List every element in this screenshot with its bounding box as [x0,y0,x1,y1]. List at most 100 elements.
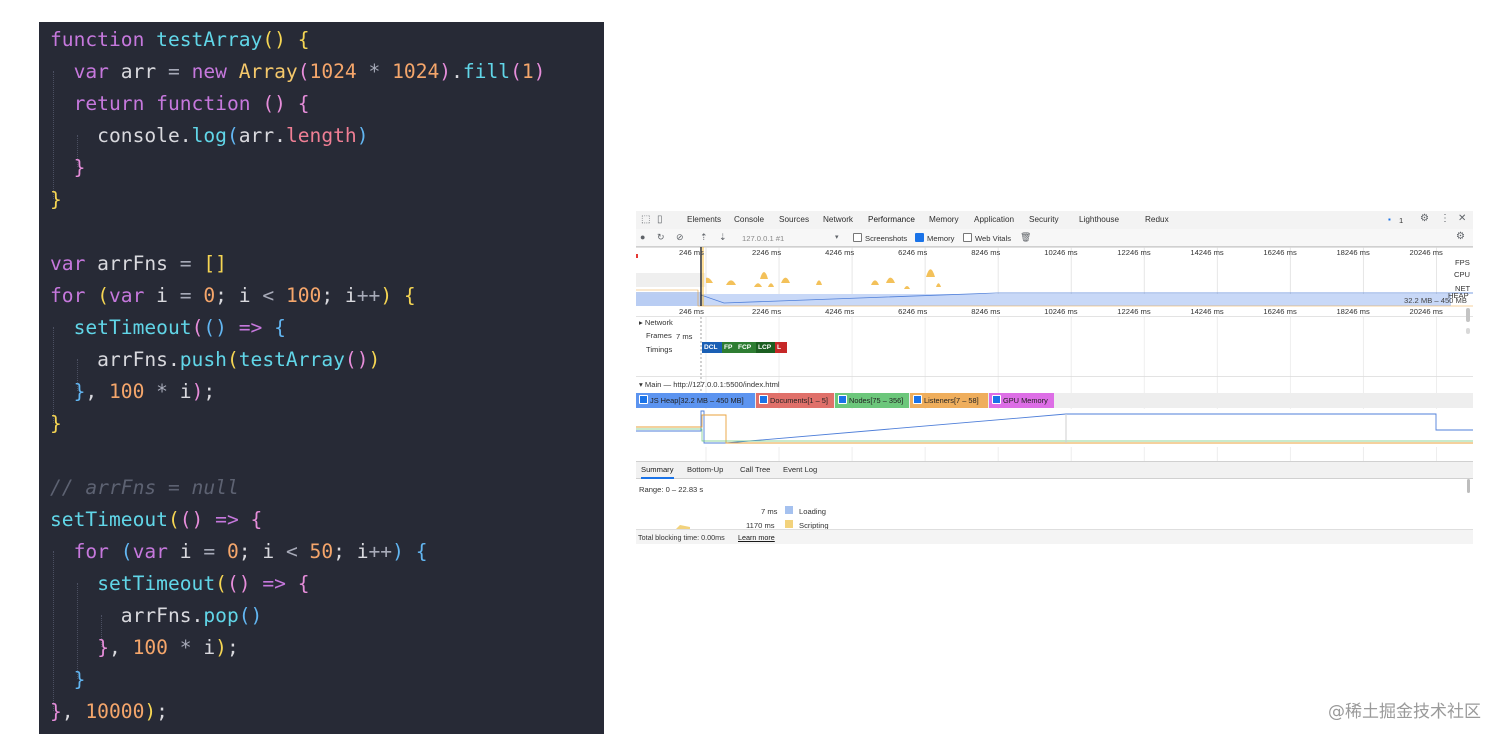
code-token: { [274,316,286,339]
code-token: for [73,540,109,563]
code-token: for [50,284,86,307]
code-token: * [144,380,180,403]
code-token: } [73,380,86,403]
counter-label: GPU Memory [1003,396,1048,405]
code-token: = [203,540,216,563]
overview-tick-label: 10246 ms [1044,248,1078,257]
code-line[interactable]: } [50,408,62,440]
code-token: ; [156,700,168,723]
code-line[interactable]: } [50,184,62,216]
code-token: < [285,540,298,563]
scrollbar[interactable] [1467,479,1470,493]
fps-marker [636,254,638,258]
timing-badge[interactable]: FCP [736,342,758,353]
code-token: i [203,636,216,659]
code-token: 10000 [85,700,145,723]
timeline-tick-label: 18246 ms [1336,307,1370,316]
code-line[interactable]: for (var i = 0; i < 100; i++) { [50,280,416,312]
overview-tick-label: 246 ms [679,248,704,257]
code-line[interactable]: setTimeout(() => { [50,568,309,600]
main-thread-label[interactable]: ▾ Main — http://127.0.0.1:5500/index.htm… [639,380,780,389]
counter-toggle[interactable]: GPU Memory [989,393,1054,408]
code-line[interactable]: var arrFns = [] [50,248,227,280]
code-line[interactable]: setTimeout(() => { [50,312,286,344]
watermark: @稀土掘金技术社区 [1328,702,1481,722]
timeline-tick-label: 246 ms [679,307,704,316]
counter-toggle[interactable]: JS Heap[32.2 MB – 450 MB] [636,393,755,408]
overview-tick-label: 20246 ms [1409,248,1443,257]
code-token: function [50,28,145,51]
checkbox-box[interactable] [639,395,648,404]
heap-overview-fill [636,294,1451,306]
timeline-graphics[interactable] [636,211,1473,544]
counter-toggle[interactable]: Listeners[7 – 58] [910,393,988,408]
timeline-scrollbar [1466,328,1470,334]
counter-label: Nodes[75 – 356] [849,396,904,405]
code-token: var [108,284,145,307]
code-token: setTimeout [50,508,168,531]
code-line[interactable]: }, 100 * i); [50,376,216,408]
code-line[interactable]: // arrFns = null [50,472,239,504]
frames-track-label[interactable]: Frames [646,331,672,340]
code-token: => [203,508,251,531]
details-tab[interactable]: Event Log [783,463,817,477]
code-token: ) [144,700,157,723]
code-token: < [262,284,275,307]
code-line[interactable]: var arr = new Array(1024 * 1024).fill(1) [50,56,546,88]
code-line[interactable]: arrFns.pop() [50,600,263,632]
details-tab[interactable]: Bottom-Up [687,463,723,477]
code-token: i [179,380,192,403]
code-line[interactable]: arrFns.push(testArray()) [50,344,380,376]
timeline-tick-label: 8246 ms [971,307,1001,316]
cpu-activity-bump [726,280,736,285]
timeline-tick-label: 16246 ms [1263,307,1297,316]
code-line[interactable]: } [50,152,86,184]
code-token: ( [167,508,180,531]
code-token: ) [439,60,452,83]
network-track-label[interactable]: ▸ Network [639,318,673,327]
checkbox-box[interactable] [913,395,922,404]
code-line[interactable]: }, 10000); [50,696,168,728]
checkbox-box[interactable] [838,395,847,404]
counter-toggle[interactable]: Nodes[75 – 356] [835,393,909,408]
details-tab[interactable]: Summary [641,463,674,479]
code-line[interactable]: setTimeout(() => { [50,504,262,536]
code-line[interactable]: for (var i = 0; i < 50; i++) { [50,536,428,568]
code-token: } [50,412,62,435]
code-token: ) [380,284,393,307]
cpu-activity-bump [936,283,941,287]
timings-track-label[interactable]: Timings [646,345,672,354]
timing-badge[interactable]: LCP [756,342,777,353]
code-line[interactable]: } [50,664,86,696]
code-token: arrFns. [50,604,204,627]
code-line[interactable]: }, 100 * i); [50,632,239,664]
counter-label: Listeners[7 – 58] [924,396,979,405]
checkbox-box[interactable] [992,395,1001,404]
code-token: ) [392,540,404,563]
learn-more-link[interactable]: Learn more [738,533,775,542]
timing-badge[interactable]: L [775,342,787,353]
code-line[interactable]: return function () { [50,88,310,120]
code-token: * [167,636,204,659]
timing-badge[interactable]: DCL [702,342,724,353]
code-token: function [156,92,251,115]
timeline-tick-label: 14246 ms [1190,307,1224,316]
code-token: { [250,508,263,531]
cpu-activity-bump [871,280,879,285]
code-line[interactable]: function testArray() { [50,24,310,56]
details-tab[interactable]: Call Tree [740,463,770,477]
summary-swatch [785,506,793,514]
heap-range-label: 32.2 MB – 450 MB [1404,296,1467,305]
code-token: 100 [285,284,322,307]
code-line[interactable]: console.log(arr.length) [50,120,368,152]
code-token: . [451,60,463,83]
counter-toggle[interactable]: Documents[1 – 5] [756,393,834,408]
code-token: ; i [215,284,263,307]
code-token: testArray [238,348,345,371]
checkbox-box[interactable] [759,395,768,404]
code-editor[interactable]: function testArray() { var arr = new Arr… [39,22,604,734]
